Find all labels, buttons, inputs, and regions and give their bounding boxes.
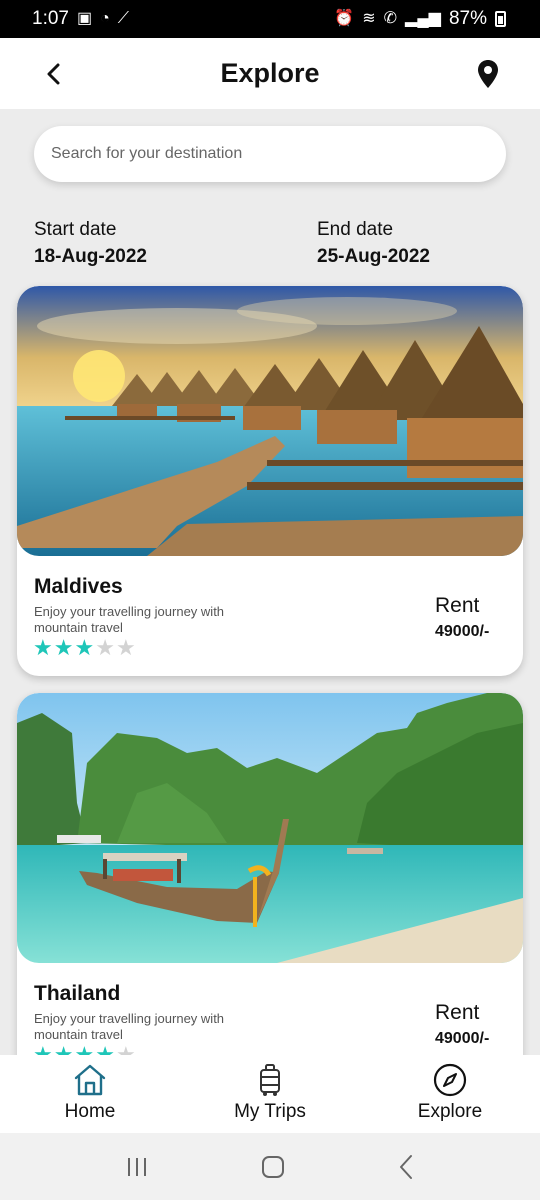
destination-description: Enjoy your travelling journey with mount… <box>34 1011 225 1042</box>
luggage-icon <box>253 1063 287 1097</box>
nav-explore[interactable]: Explore <box>360 1055 540 1133</box>
chevron-left-icon <box>47 63 60 85</box>
nav-home[interactable]: Home <box>0 1055 180 1133</box>
home-system-icon[interactable] <box>260 1154 286 1180</box>
back-system-icon[interactable] <box>397 1154 415 1180</box>
destination-card-maldives[interactable]: Maldives Enjoy your travelling journey w… <box>17 286 523 676</box>
rent-label: Rent <box>435 594 480 617</box>
battery-percent: 87% <box>448 8 487 29</box>
thailand-image <box>17 693 523 963</box>
system-nav-bar <box>0 1133 540 1200</box>
star-icon: ★ <box>74 635 95 660</box>
recent-apps-icon[interactable] <box>125 1155 149 1179</box>
home-icon <box>73 1063 107 1097</box>
destination-name: Thailand <box>34 982 121 1005</box>
location-pin-icon <box>478 60 498 88</box>
star-icon: ★ <box>33 635 53 660</box>
star-icon: ★ <box>53 635 74 660</box>
location-button[interactable] <box>472 58 504 90</box>
back-button[interactable] <box>38 58 70 90</box>
gallery-icon: ▣ <box>76 10 93 27</box>
rent-label: Rent <box>435 1001 480 1024</box>
nav-my-trips-label: My Trips <box>234 1101 306 1122</box>
nav-my-trips[interactable]: My Trips <box>180 1055 360 1133</box>
page-title: Explore <box>220 58 320 88</box>
compass-icon <box>433 1063 467 1097</box>
end-date-label: End date <box>317 219 394 240</box>
alarm-icon: ⏰ <box>334 10 355 27</box>
end-date-value: 25-Aug-2022 <box>317 246 430 267</box>
end-date[interactable]: End date 25-Aug-2022 <box>317 219 430 268</box>
star-icon: ★ <box>95 635 115 660</box>
destination-card-thailand[interactable]: Thailand Enjoy your travelling journey w… <box>17 693 523 1083</box>
rent-price: 49000/- <box>435 1030 490 1047</box>
nav-explore-label: Explore <box>417 1101 483 1122</box>
wifi-calling-icon: ✆ <box>383 10 398 27</box>
search-input[interactable] <box>51 145 506 163</box>
battery-icon <box>495 11 506 27</box>
status-bar: 1:07 ▣ ◔ ⟋ ⏰ ≋ ✆ ▂▄▆ 87% <box>0 0 540 38</box>
destination-name: Maldives <box>34 575 123 598</box>
maldives-image <box>17 286 523 556</box>
status-time: 1:07 <box>32 8 69 29</box>
wifi-icon: ≋ <box>362 10 376 27</box>
start-date-label: Start date <box>34 219 117 240</box>
star-icon: ★ <box>115 635 136 660</box>
start-date-value: 18-Aug-2022 <box>34 246 147 267</box>
magic-wand-icon: ⟋ <box>117 10 129 27</box>
rent-price: 49000/- <box>435 623 490 640</box>
nav-home-label: Home <box>64 1101 116 1122</box>
destination-description: Enjoy your travelling journey with mount… <box>34 604 225 635</box>
app-header: Explore <box>0 38 540 109</box>
rating-stars: ★ ★ ★ ★ ★ <box>33 637 136 659</box>
search-box[interactable] <box>34 126 506 182</box>
start-date[interactable]: Start date 18-Aug-2022 <box>34 219 147 268</box>
signal-icon: ▂▄▆ <box>405 10 441 27</box>
bottom-nav: Home My Trips Explore <box>0 1055 540 1133</box>
whatsapp-icon: ◔ <box>100 10 110 27</box>
